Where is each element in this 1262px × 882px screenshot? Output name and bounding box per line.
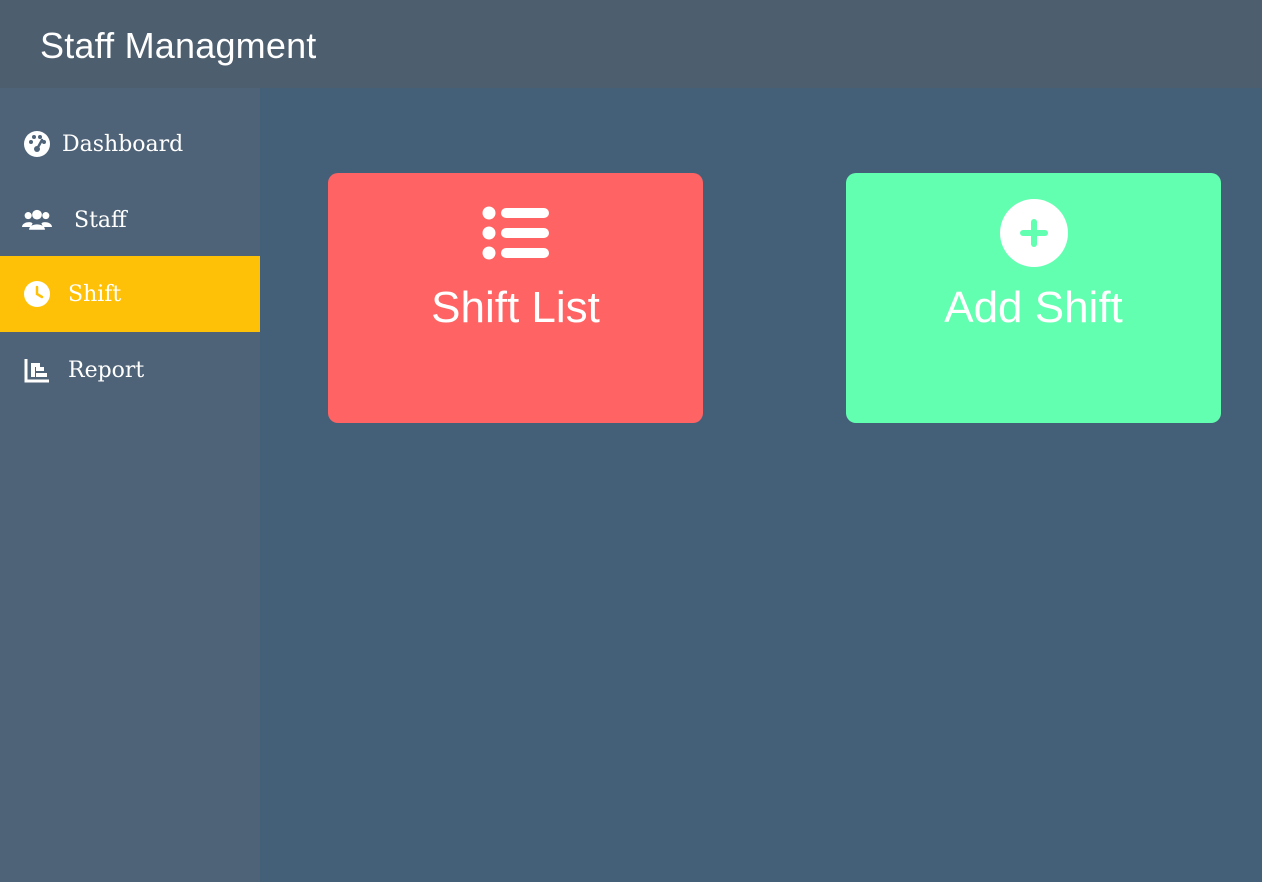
users-icon	[22, 205, 52, 235]
dashboard-gauge-icon	[22, 129, 52, 159]
plus-circle-icon	[846, 199, 1221, 267]
sidebar: Dashboard Staff Shift Report	[0, 88, 260, 882]
shift-list-card[interactable]: Shift List	[328, 173, 703, 423]
sidebar-item-label: Report	[68, 357, 145, 383]
bar-chart-icon	[22, 355, 52, 385]
sidebar-item-label: Staff	[74, 207, 127, 233]
card-label: Add Shift	[944, 283, 1123, 332]
top-bar: Staff Managment	[0, 0, 1262, 88]
list-icon	[328, 203, 703, 263]
main-content: Shift List Add Shift	[260, 88, 1262, 882]
sidebar-item-staff[interactable]: Staff	[0, 182, 260, 258]
sidebar-item-dashboard[interactable]: Dashboard	[0, 106, 260, 182]
add-shift-card[interactable]: Add Shift	[846, 173, 1221, 423]
clock-icon	[22, 279, 52, 309]
sidebar-item-label: Dashboard	[62, 131, 184, 157]
sidebar-item-report[interactable]: Report	[0, 332, 260, 408]
app-title: Staff Managment	[40, 25, 317, 66]
card-label: Shift List	[431, 283, 600, 332]
sidebar-item-label: Shift	[68, 281, 122, 307]
sidebar-item-shift[interactable]: Shift	[0, 256, 260, 332]
